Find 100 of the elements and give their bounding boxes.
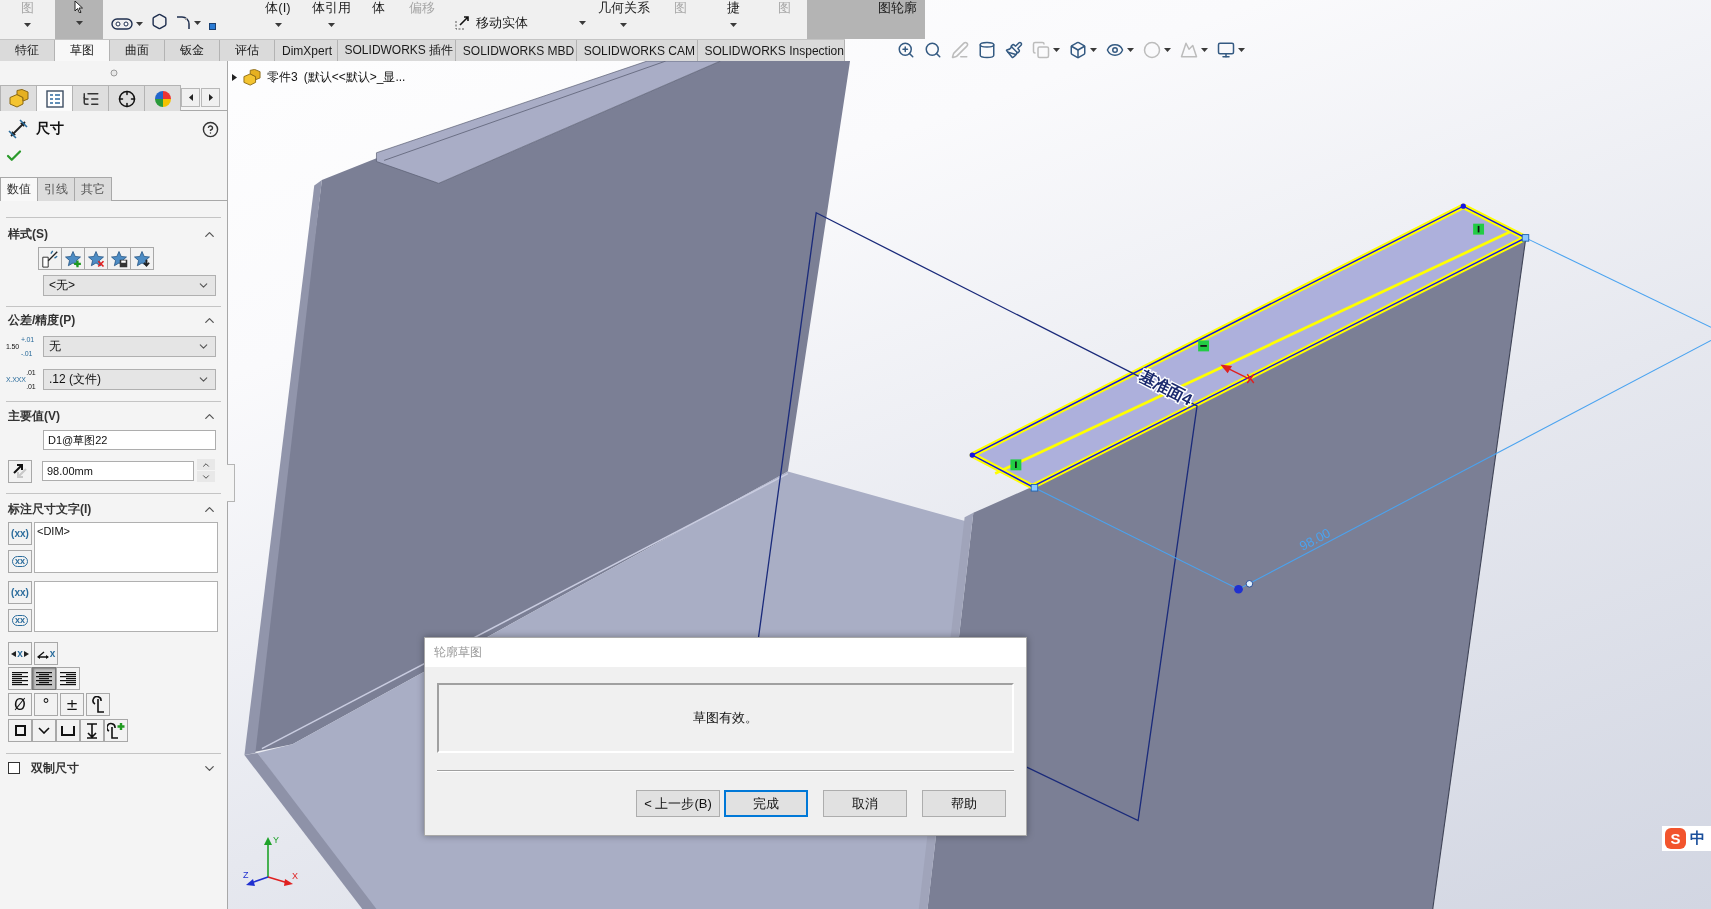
- toolbar-button[interactable]: 几何关系: [592, 0, 655, 39]
- document-arrows-icon: [41, 249, 59, 268]
- property-tab[interactable]: 数值: [0, 177, 38, 201]
- dimension-text-field[interactable]: <DIM>: [34, 522, 218, 573]
- point-tool-button[interactable]: [207, 22, 218, 31]
- align-button[interactable]: [32, 667, 56, 690]
- style-button[interactable]: [130, 247, 154, 270]
- reverse-direction-button[interactable]: [8, 459, 32, 483]
- plane-label: 基准面4: [1136, 366, 1196, 409]
- endpoint-icon[interactable]: [969, 452, 975, 458]
- endpoint-icon[interactable]: [1030, 484, 1039, 492]
- part-icon: [8, 89, 29, 108]
- arrow-right-icon: [23, 650, 29, 657]
- endpoint-icon[interactable]: [1521, 234, 1530, 242]
- zoom-in-icon: [897, 41, 915, 59]
- relation-icon[interactable]: [1010, 459, 1022, 471]
- fillet-tool-button[interactable]: [174, 14, 203, 31]
- command-tab[interactable]: 草图: [55, 40, 110, 61]
- symbol-button[interactable]: [86, 693, 110, 716]
- scroll-right-button[interactable]: [201, 88, 220, 107]
- cylinder-icon: [978, 41, 996, 59]
- dual-dimension-checkbox[interactable]: [8, 762, 20, 774]
- view-toolbar-button[interactable]: [1104, 41, 1136, 59]
- dialog-button[interactable]: 完成: [724, 790, 808, 817]
- toolbar-button[interactable]: 图轮廓: [869, 0, 925, 39]
- axis-label: Y: [273, 835, 279, 845]
- align-button[interactable]: [8, 667, 32, 690]
- field-insert-button[interactable]: xx: [8, 609, 32, 632]
- copy-icon: [1032, 41, 1050, 59]
- centerline-plus-icon: [107, 721, 125, 740]
- toolbar-button[interactable]: 体引用: [303, 0, 360, 39]
- symbol-button[interactable]: ±: [60, 693, 84, 716]
- property-tab[interactable]: 引线: [37, 177, 75, 201]
- precision-dropdown[interactable]: .12 (文件): [43, 369, 216, 390]
- dimension-name-field[interactable]: D1@草图22: [43, 430, 216, 450]
- dialog-button[interactable]: 帮助: [922, 790, 1006, 817]
- endpoint-icon[interactable]: [1460, 203, 1466, 209]
- section-title: 公差/精度(P): [8, 311, 76, 329]
- axis-label: Z: [243, 870, 249, 880]
- select-button[interactable]: [55, 0, 103, 39]
- align-button[interactable]: [56, 667, 80, 690]
- color-wheel-icon: [153, 89, 172, 108]
- view-toolbar-button[interactable]: [1003, 41, 1025, 59]
- section-title: 主要值(V): [8, 407, 60, 425]
- align-center-icon: [36, 671, 52, 686]
- relation-icon[interactable]: [1473, 223, 1485, 235]
- field-insert-button[interactable]: (xx): [8, 522, 32, 545]
- field-insert-button[interactable]: (xx): [8, 581, 32, 604]
- monitor-icon: [1217, 41, 1235, 59]
- dimension-icon: [8, 119, 28, 139]
- toolbar-button[interactable]: 捷: [705, 0, 762, 39]
- symbol-button[interactable]: [104, 719, 128, 742]
- style-button[interactable]: [107, 247, 131, 270]
- depth-icon: [86, 722, 98, 739]
- panel-collapse-handle[interactable]: [227, 464, 235, 502]
- property-tab[interactable]: 其它: [74, 177, 112, 201]
- view-toolbar-button[interactable]: [1215, 41, 1247, 59]
- axis-label: X: [292, 871, 298, 881]
- star-download-icon: [133, 249, 151, 268]
- relation-icon[interactable]: [1198, 340, 1210, 352]
- toolbar-button[interactable]: 体: [360, 0, 397, 39]
- dialog-button[interactable]: 取消: [823, 790, 907, 817]
- symbol-button[interactable]: [80, 719, 104, 742]
- slot-tool-button[interactable]: [109, 17, 145, 31]
- gripper-icon[interactable]: [109, 69, 118, 77]
- move-icon: [455, 15, 470, 30]
- tolerance-dropdown[interactable]: 无: [43, 336, 216, 357]
- move-entities-button[interactable]: 移动实体: [447, 0, 592, 39]
- star-save-icon: [110, 249, 128, 268]
- caret-right-icon[interactable]: [232, 74, 237, 81]
- crosshair-icon: [117, 89, 136, 108]
- cursor-icon: [74, 1, 84, 13]
- spin-up-button[interactable]: [197, 459, 215, 470]
- manager-tab[interactable]: [72, 85, 109, 111]
- manager-tab[interactable]: [108, 85, 145, 111]
- field-insert-button[interactable]: xx: [8, 550, 32, 573]
- style-dropdown[interactable]: <无>: [43, 275, 216, 296]
- symbol-button[interactable]: Ø: [8, 693, 32, 716]
- symbol-button[interactable]: [56, 719, 80, 742]
- polygon-tool-button[interactable]: [149, 12, 170, 31]
- text-between-arrows-button[interactable]: x: [8, 642, 32, 665]
- symbol-button[interactable]: °: [34, 693, 58, 716]
- dialog-button[interactable]: < 上一步(B): [636, 790, 720, 817]
- section-title: 样式(S): [8, 225, 48, 243]
- ime-mode[interactable]: 中: [1690, 829, 1705, 848]
- help-icon[interactable]: [202, 120, 219, 138]
- reverse-arrows-icon: [11, 462, 29, 480]
- part-icon: [243, 69, 261, 86]
- angled-text-button[interactable]: x: [34, 642, 58, 665]
- hexagon-icon: [151, 13, 168, 30]
- sketch-point-icon[interactable]: [1234, 580, 1254, 594]
- part-name[interactable]: 零件3: [267, 69, 298, 86]
- dimension-value-field[interactable]: 98.00mm: [42, 461, 194, 481]
- dimension-text-field[interactable]: [34, 581, 218, 632]
- eye-icon: [1106, 41, 1124, 59]
- panel-title: 尺寸: [36, 120, 64, 138]
- toolbar-button[interactable]: 体(I): [253, 0, 303, 39]
- style-button[interactable]: [38, 247, 62, 270]
- symbol-button[interactable]: [8, 719, 32, 742]
- scroll-left-button[interactable]: [181, 88, 200, 107]
